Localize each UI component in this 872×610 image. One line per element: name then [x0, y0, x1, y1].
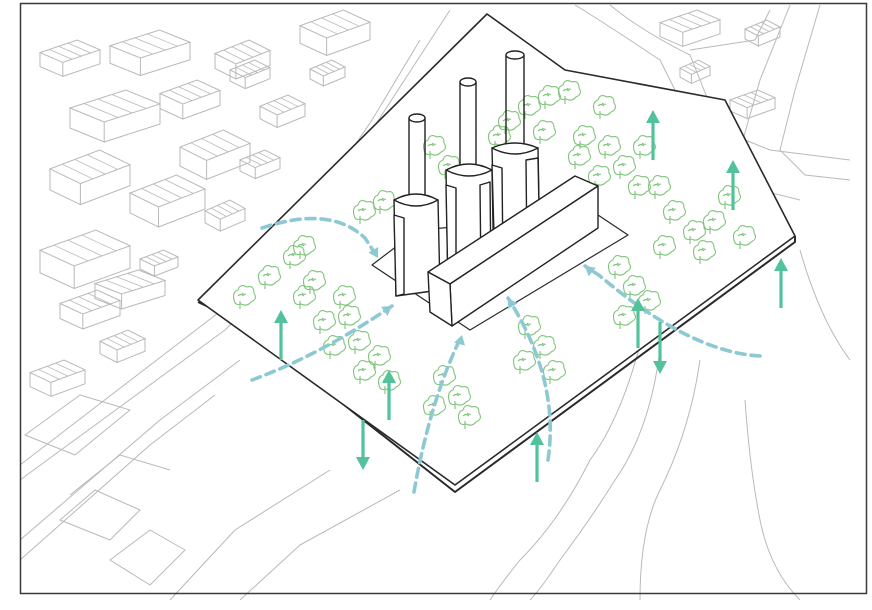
road-edge [69, 454, 171, 496]
riverbank [639, 359, 701, 601]
site-diagram [19, 2, 868, 601]
arrow-icon [356, 420, 370, 470]
road-edge [109, 529, 186, 586]
riverbank [744, 399, 801, 601]
diagram-canvas [0, 0, 872, 610]
arrow-icon [530, 432, 544, 482]
road-edge [239, 489, 401, 601]
pilaster [393, 214, 405, 297]
road-edge [779, 4, 851, 181]
road-edge [59, 489, 141, 541]
roof-ridge [67, 239, 103, 257]
arrow-icon [774, 258, 788, 308]
riverbank [799, 249, 851, 361]
road-edge [19, 359, 241, 541]
road-edge [169, 469, 331, 601]
road-edge [24, 394, 131, 456]
